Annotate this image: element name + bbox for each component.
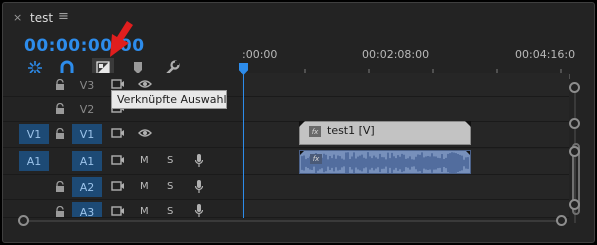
film-icon[interactable] bbox=[111, 78, 125, 90]
track-a3: A3 M S bbox=[3, 200, 569, 218]
solo-button[interactable]: S bbox=[167, 206, 173, 217]
tooltip: Verknüpfte Auswahl bbox=[111, 90, 227, 109]
vertical-scroll-handle-a[interactable] bbox=[569, 146, 580, 157]
lock-icon[interactable] bbox=[55, 103, 65, 115]
fx-badge[interactable]: fx bbox=[310, 154, 322, 164]
mute-button[interactable]: M bbox=[140, 206, 149, 217]
source-patch-v3[interactable]: V3 bbox=[72, 75, 102, 95]
vertical-scroll-handle[interactable] bbox=[569, 118, 580, 129]
panel-menu-icon[interactable]: ≡ bbox=[58, 9, 69, 24]
eye-icon[interactable] bbox=[138, 78, 152, 90]
source-patch-a3[interactable]: A3 bbox=[72, 202, 102, 217]
vertical-scroll-handle-top[interactable] bbox=[569, 82, 580, 93]
timeline-panel: × test ≡ 00:00:00:00 :00:00 00:02:08:00 … bbox=[2, 2, 595, 243]
lock-icon[interactable] bbox=[55, 181, 65, 193]
track-a1: A1 A1 M S bbox=[3, 149, 569, 175]
track-a2: A2 M S bbox=[3, 175, 569, 200]
lock-icon[interactable] bbox=[55, 128, 65, 140]
red-arrow-annotation bbox=[110, 21, 133, 57]
film-icon[interactable] bbox=[111, 154, 125, 166]
vertical-scroll-handle-b[interactable] bbox=[569, 199, 580, 210]
source-patch-v1[interactable]: V1 bbox=[72, 124, 102, 144]
track-v1: V1 V1 bbox=[3, 122, 569, 148]
tab-close-icon[interactable]: × bbox=[13, 11, 22, 24]
target-track-v1[interactable]: V1 bbox=[19, 124, 49, 144]
fx-badge[interactable]: fx bbox=[309, 126, 321, 137]
track-v3: V3 bbox=[3, 73, 569, 97]
ruler-time-label: :00:00 bbox=[242, 48, 278, 61]
source-patch-a1[interactable]: A1 bbox=[72, 151, 102, 171]
source-patch-v2[interactable]: V2 bbox=[72, 99, 102, 119]
eye-icon[interactable] bbox=[138, 127, 152, 139]
ruler-time-label: 00:02:08:00 bbox=[362, 48, 430, 61]
film-icon[interactable] bbox=[111, 205, 125, 217]
track-v2: V2 bbox=[3, 97, 569, 122]
horizontal-scrollbar-track[interactable] bbox=[27, 220, 565, 222]
lock-icon[interactable] bbox=[55, 79, 65, 91]
playhead-line bbox=[243, 73, 244, 218]
mic-icon[interactable] bbox=[194, 153, 204, 168]
mic-icon[interactable] bbox=[194, 203, 204, 218]
film-icon[interactable] bbox=[111, 127, 125, 139]
lock-icon[interactable] bbox=[55, 206, 65, 218]
target-track-a1[interactable]: A1 bbox=[19, 151, 49, 171]
clip-name: test1 [V] bbox=[327, 124, 375, 137]
mic-icon[interactable] bbox=[194, 179, 204, 194]
tab-bar: × test ≡ bbox=[3, 3, 594, 31]
ruler-time-label: 00:04:16:0 bbox=[515, 48, 576, 61]
horizontal-scroll-handle-right[interactable] bbox=[556, 215, 567, 226]
film-icon[interactable] bbox=[111, 180, 125, 192]
video-clip[interactable]: fx test1 [V] bbox=[299, 121, 471, 145]
mute-button[interactable]: M bbox=[140, 181, 149, 192]
solo-button[interactable]: S bbox=[167, 181, 173, 192]
horizontal-scroll-handle-left[interactable] bbox=[18, 215, 29, 226]
audio-waveform bbox=[301, 152, 469, 173]
audio-clip[interactable]: fx bbox=[299, 150, 471, 174]
solo-button[interactable]: S bbox=[167, 155, 173, 166]
mute-button[interactable]: M bbox=[140, 155, 149, 166]
source-patch-a2[interactable]: A2 bbox=[72, 177, 102, 197]
tab-sequence-name[interactable]: test bbox=[30, 11, 53, 25]
